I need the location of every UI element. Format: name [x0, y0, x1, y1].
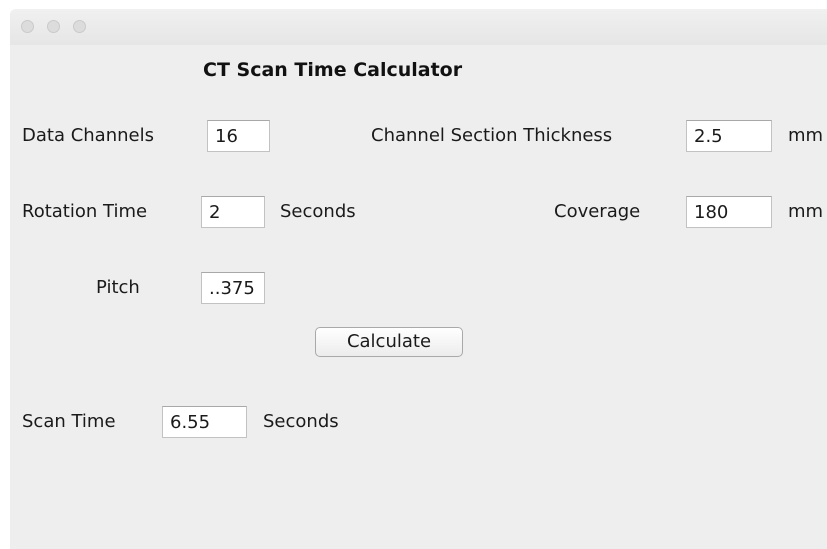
calculator-panel: CT Scan Time Calculator Data Channels Ch… — [10, 45, 827, 549]
page-title: CT Scan Time Calculator — [203, 59, 463, 81]
scan-time-label: Scan Time — [22, 411, 116, 432]
rotation-time-unit-label: Seconds — [280, 201, 356, 222]
coverage-label: Coverage — [554, 201, 641, 222]
pitch-input[interactable] — [201, 272, 265, 304]
data-channels-input[interactable] — [207, 120, 270, 152]
close-window-button[interactable] — [21, 20, 34, 33]
window-titlebar[interactable] — [10, 9, 827, 46]
data-channels-label: Data Channels — [22, 125, 154, 146]
calculate-button[interactable]: Calculate — [315, 327, 463, 357]
channel-section-thickness-label: Channel Section Thickness — [371, 125, 613, 146]
app-window: CT Scan Time Calculator Data Channels Ch… — [10, 9, 827, 549]
minimize-window-button[interactable] — [47, 20, 60, 33]
coverage-unit-label: mm — [788, 201, 824, 222]
pitch-label: Pitch — [96, 277, 140, 298]
rotation-time-label: Rotation Time — [22, 201, 148, 222]
channel-section-thickness-input[interactable] — [686, 120, 772, 152]
scan-time-output[interactable] — [162, 406, 247, 438]
scan-time-unit-label: Seconds — [263, 411, 339, 432]
coverage-input[interactable] — [686, 196, 772, 228]
rotation-time-input[interactable] — [201, 196, 265, 228]
zoom-window-button[interactable] — [73, 20, 86, 33]
thickness-unit-label: mm — [788, 125, 824, 146]
